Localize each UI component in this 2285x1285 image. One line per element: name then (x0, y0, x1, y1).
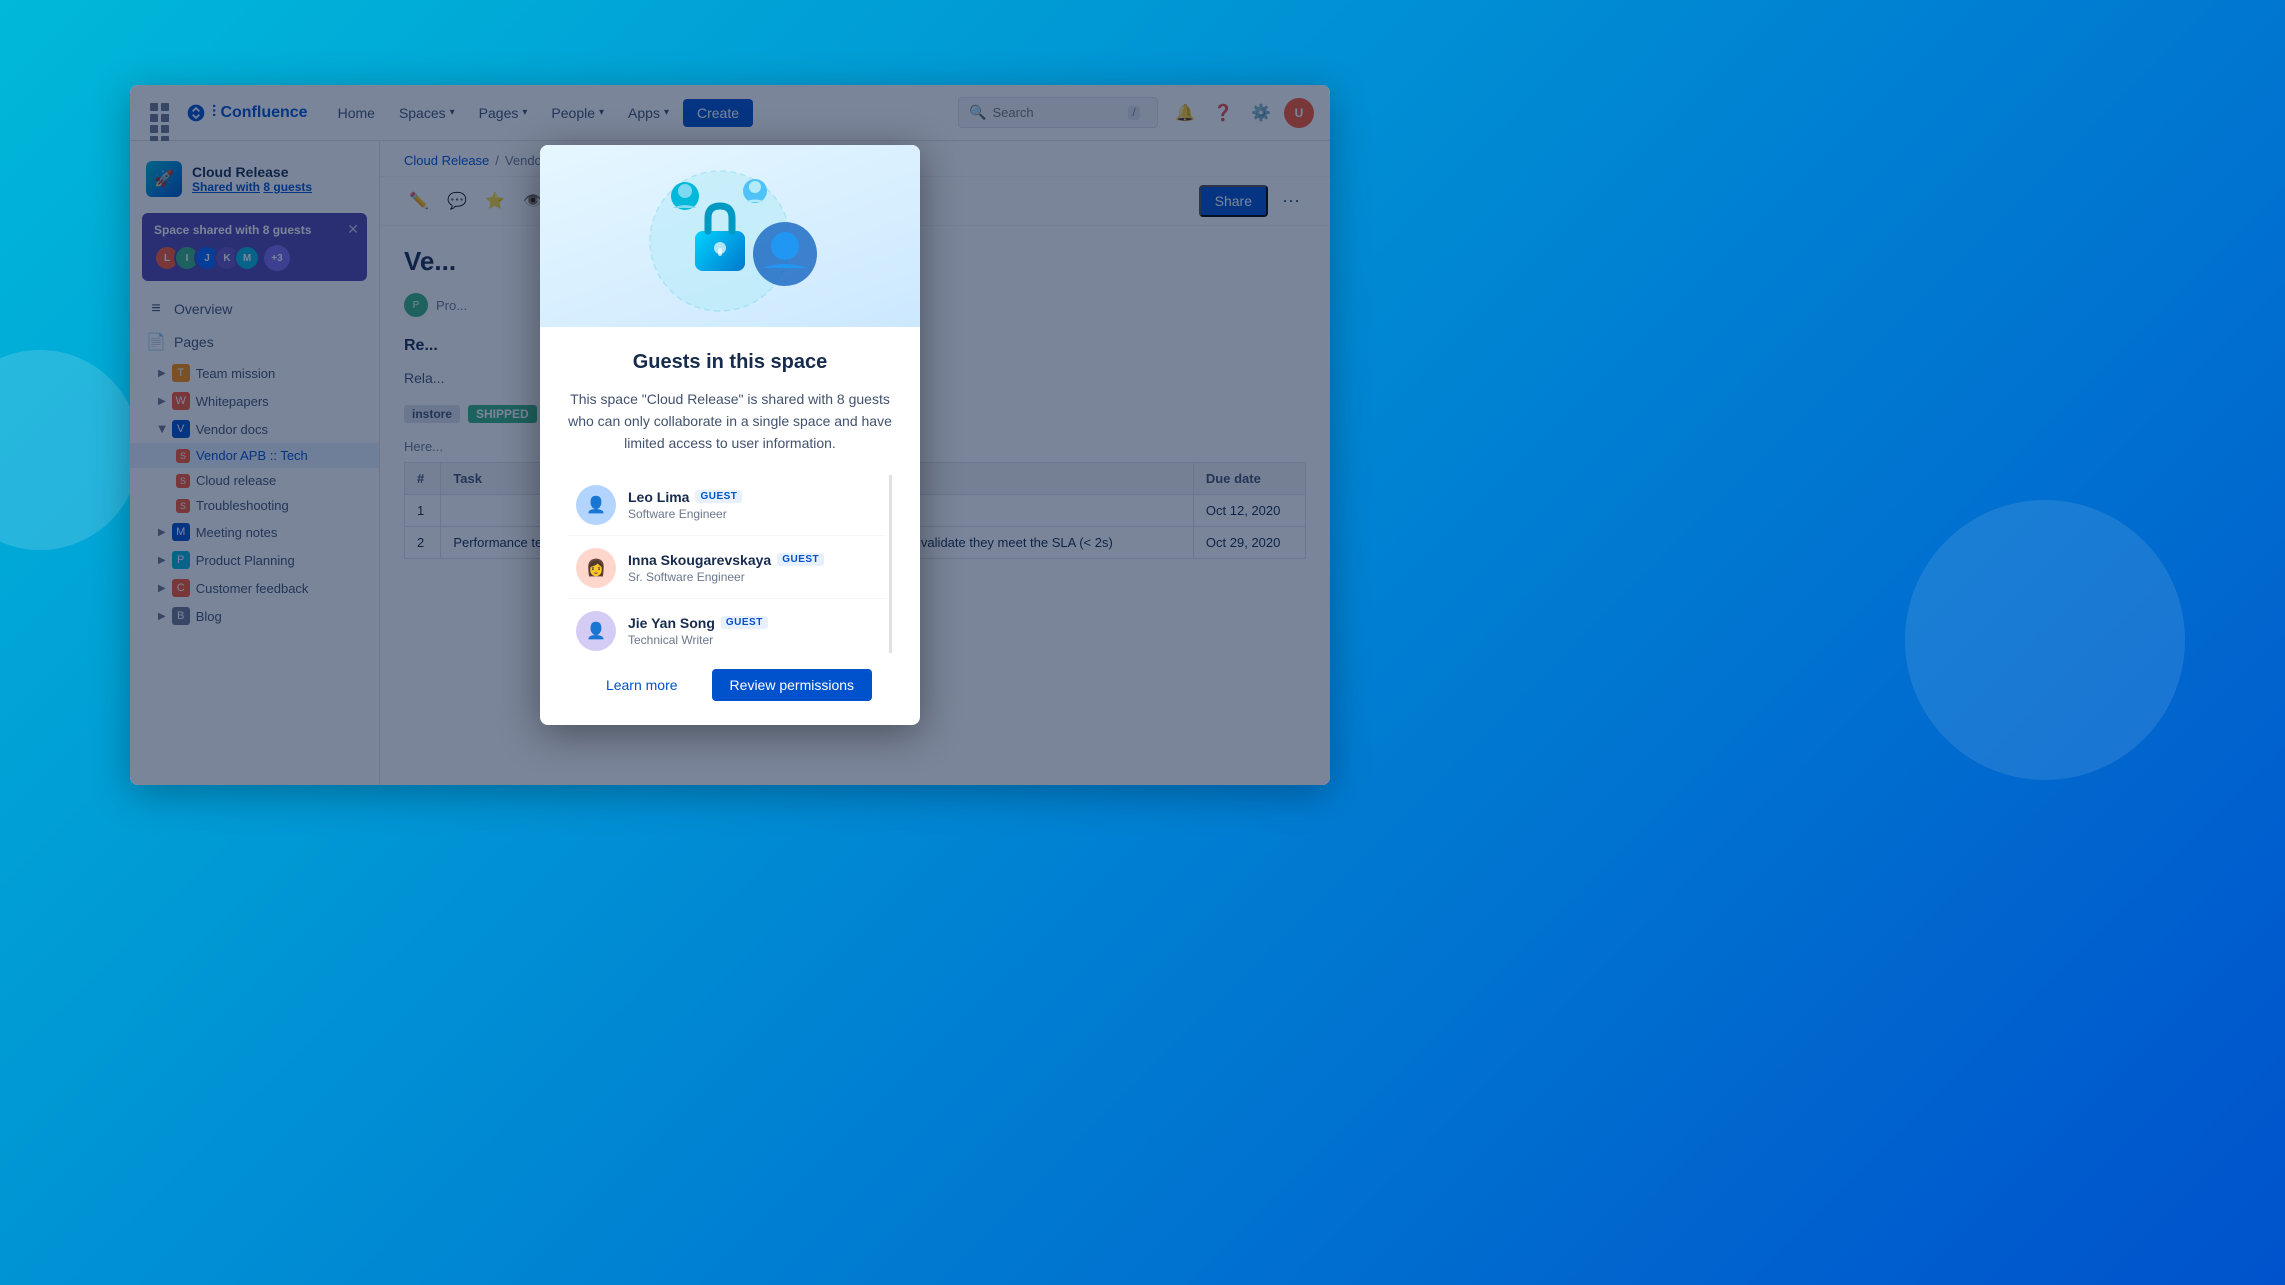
guest-avatar-jie: 👤 (576, 611, 616, 651)
guest-avatar-inna: 👩 (576, 548, 616, 588)
guests-modal: Guests in this space This space "Cloud R… (540, 145, 920, 725)
guest-name-3: Jie Yan Song GUEST (628, 615, 877, 631)
guest-info-3: Jie Yan Song GUEST Technical Writer (628, 615, 877, 647)
modal-description: This space "Cloud Release" is shared wit… (568, 388, 892, 455)
guest-info-1: Leo Lima GUEST Software Engineer (628, 489, 877, 521)
guest-role-1: Software Engineer (628, 507, 877, 521)
guest-avatar-leo: 👤 (576, 485, 616, 525)
guest-name-1: Leo Lima GUEST (628, 489, 877, 505)
guest-name-2: Inna Skougarevskaya GUEST (628, 552, 877, 568)
review-permissions-button[interactable]: Review permissions (712, 669, 872, 701)
modal-footer: Learn more Review permissions (540, 653, 920, 725)
learn-more-button[interactable]: Learn more (588, 669, 696, 701)
guest-badge-3: GUEST (721, 616, 768, 629)
guest-list: 👤 Leo Lima GUEST Software Engineer (568, 475, 892, 653)
guest-role-3: Technical Writer (628, 633, 877, 647)
guest-role-2: Sr. Software Engineer (628, 570, 877, 584)
guest-item-2: 👩 Inna Skougarevskaya GUEST Sr. Software… (568, 538, 885, 599)
modal-overlay[interactable]: Guests in this space This space "Cloud R… (130, 85, 1330, 785)
modal-title: Guests in this space (568, 351, 892, 374)
app-container: ⫶ Confluence Home Spaces ▾ Pages ▾ Peopl… (130, 85, 1330, 785)
guests-illustration (630, 146, 830, 326)
guest-info-2: Inna Skougarevskaya GUEST Sr. Software E… (628, 552, 877, 584)
guest-item-1: 👤 Leo Lima GUEST Software Engineer (568, 475, 885, 536)
modal-illustration (540, 145, 920, 327)
guest-badge-1: GUEST (695, 490, 742, 503)
guest-item-3: 👤 Jie Yan Song GUEST Technical Writer (568, 601, 885, 653)
guest-badge-2: GUEST (777, 553, 824, 566)
modal-body: Guests in this space This space "Cloud R… (540, 327, 920, 653)
